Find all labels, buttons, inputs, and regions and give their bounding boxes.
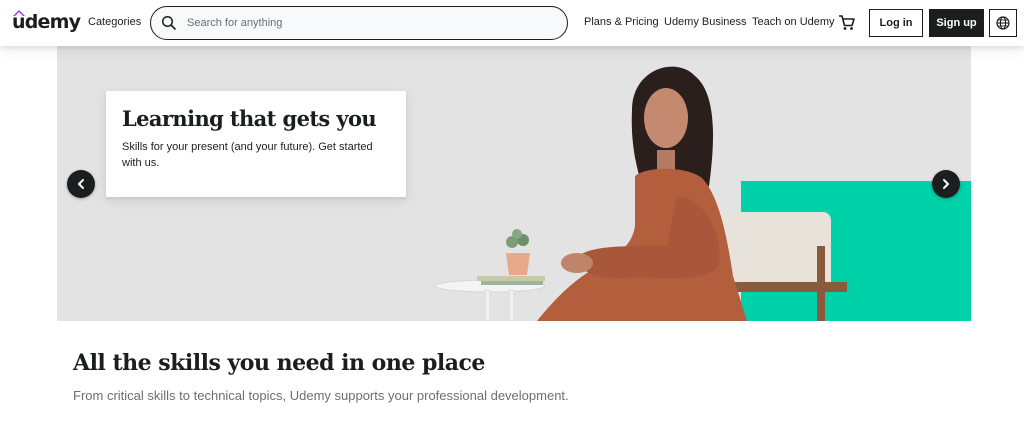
udemy-business-link[interactable]: Udemy Business [664,16,747,28]
search-bar[interactable] [150,6,568,40]
chevron-left-icon [78,179,84,189]
hero-subtitle: Skills for your present (and your future… [122,141,373,169]
hero-title: Learning that gets you [122,106,377,131]
login-button[interactable]: Log in [869,9,923,37]
search-icon[interactable] [161,15,177,31]
cart-icon[interactable] [838,14,856,32]
chevron-right-icon [943,179,949,189]
udemy-logo[interactable]: udemy [12,8,81,36]
top-header: udemy Categories Plans & Pricing Udemy B… [0,0,1024,46]
carousel-prev-button[interactable] [67,170,95,198]
globe-icon [996,16,1010,30]
plans-pricing-link[interactable]: Plans & Pricing [584,16,659,28]
skills-section-subtitle: From critical skills to technical topics… [73,388,569,403]
language-button[interactable] [989,9,1017,37]
logo-wordmark: udemy [12,11,81,33]
skills-section-title: All the skills you need in one place [73,350,485,376]
teach-on-udemy-link[interactable]: Teach on Udemy [752,16,835,28]
search-input[interactable] [187,15,547,31]
carousel-next-button[interactable] [932,170,960,198]
categories-link[interactable]: Categories [88,16,141,28]
signup-button[interactable]: Sign up [929,9,984,37]
hero-card: Learning that gets you Skills for your p… [106,91,406,197]
